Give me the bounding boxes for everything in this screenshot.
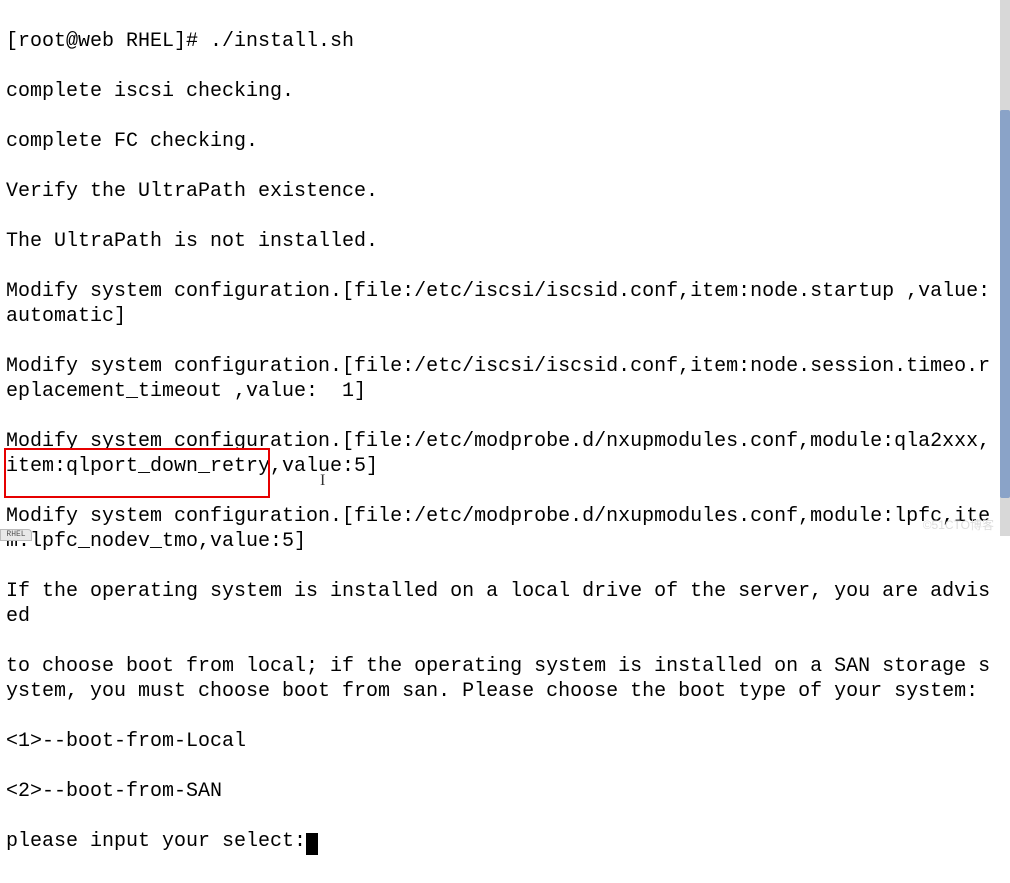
terminal-line: Modify system configuration.[file:/etc/m… <box>6 429 998 479</box>
terminal-output[interactable]: [root@web RHEL]# ./install.sh complete i… <box>0 0 1000 883</box>
terminal-line: Modify system configuration.[file:/etc/i… <box>6 354 998 404</box>
terminal-prompt-line: please input your select: <box>6 829 998 854</box>
terminal-line: Modify system configuration.[file:/etc/i… <box>6 279 998 329</box>
terminal-prompt: please input your select: <box>6 830 306 853</box>
cursor-icon <box>306 833 318 855</box>
terminal-line: If the operating system is installed on … <box>6 579 998 629</box>
terminal-line: The UltraPath is not installed. <box>6 229 998 254</box>
terminal-line: [root@web RHEL]# ./install.sh <box>6 29 998 54</box>
terminal-line: to choose boot from local; if the operat… <box>6 654 998 704</box>
terminal-line: complete iscsi checking. <box>6 79 998 104</box>
terminal-line: Verify the UltraPath existence. <box>6 179 998 204</box>
scrollbar-thumb[interactable] <box>1000 110 1010 498</box>
watermark: ©51CTO博客 <box>923 518 994 533</box>
boot-option-local: <1>--boot-from-Local <box>6 729 998 754</box>
terminal-line: Modify system configuration.[file:/etc/m… <box>6 504 998 554</box>
terminal-line: complete FC checking. <box>6 129 998 154</box>
boot-option-san: <2>--boot-from-SAN <box>6 779 998 804</box>
tab-label[interactable]: RHEL <box>0 529 32 541</box>
